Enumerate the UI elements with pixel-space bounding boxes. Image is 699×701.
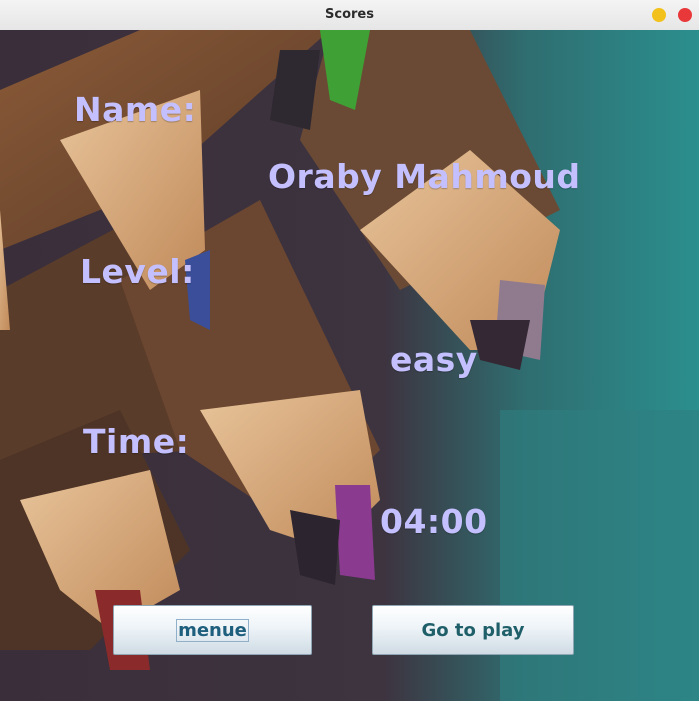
content-area: Name: Oraby Mahmoud Level: easy Time: 04…: [0, 30, 699, 701]
pencils-background-image: [0, 30, 699, 701]
time-label: Time:: [83, 422, 190, 461]
go-to-play-button-label: Go to play: [421, 619, 525, 641]
close-icon[interactable]: [678, 8, 692, 22]
scores-window: Scores Name: Oraby Mahmoud Level: easy T…: [0, 0, 699, 701]
time-value: 04:00: [380, 502, 488, 541]
name-label: Name:: [74, 90, 197, 129]
menu-button-label: menue: [176, 618, 249, 642]
title-bar[interactable]: Scores: [0, 0, 699, 31]
go-to-play-button[interactable]: Go to play: [372, 605, 574, 655]
level-label: Level:: [80, 252, 195, 291]
level-value: easy: [390, 340, 478, 379]
menu-button[interactable]: menue: [113, 605, 312, 655]
name-value: Oraby Mahmoud: [268, 157, 581, 196]
minimize-icon[interactable]: [652, 8, 666, 22]
window-title: Scores: [325, 7, 374, 22]
